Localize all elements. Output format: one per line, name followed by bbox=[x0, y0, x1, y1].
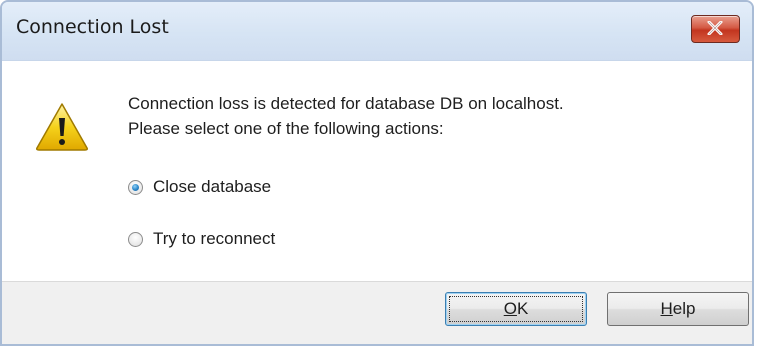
dialog-window: Connection Lost Connection loss is detec… bbox=[0, 0, 754, 346]
help-accel: H bbox=[660, 299, 673, 318]
help-button[interactable]: Help bbox=[607, 292, 749, 326]
option-label: Try to reconnect bbox=[153, 229, 276, 248]
dialog-body: Connection loss is detected for database… bbox=[2, 61, 752, 282]
close-icon bbox=[707, 21, 723, 35]
close-button[interactable] bbox=[691, 15, 740, 43]
message-text: Connection loss is detected for database… bbox=[128, 91, 564, 141]
message-line-2: Please select one of the following actio… bbox=[128, 119, 444, 138]
dialog-title: Connection Lost bbox=[16, 16, 169, 38]
button-bar: OK Help bbox=[2, 282, 752, 344]
ok-button[interactable]: OK bbox=[445, 292, 587, 326]
ok-accel: O bbox=[503, 299, 517, 318]
warning-icon bbox=[36, 103, 88, 151]
option-try-reconnect[interactable]: Try to reconnect bbox=[128, 227, 275, 251]
radio-close-database[interactable] bbox=[128, 179, 143, 195]
option-label: Close database bbox=[153, 177, 272, 196]
radio-try-reconnect[interactable] bbox=[128, 231, 143, 247]
message-line-1: Connection loss is detected for database… bbox=[128, 94, 564, 113]
help-label-rest: elp bbox=[672, 299, 696, 318]
option-close-database[interactable]: Close database bbox=[128, 175, 271, 199]
ok-label-rest: K bbox=[516, 299, 529, 318]
title-bar[interactable]: Connection Lost bbox=[2, 2, 752, 61]
